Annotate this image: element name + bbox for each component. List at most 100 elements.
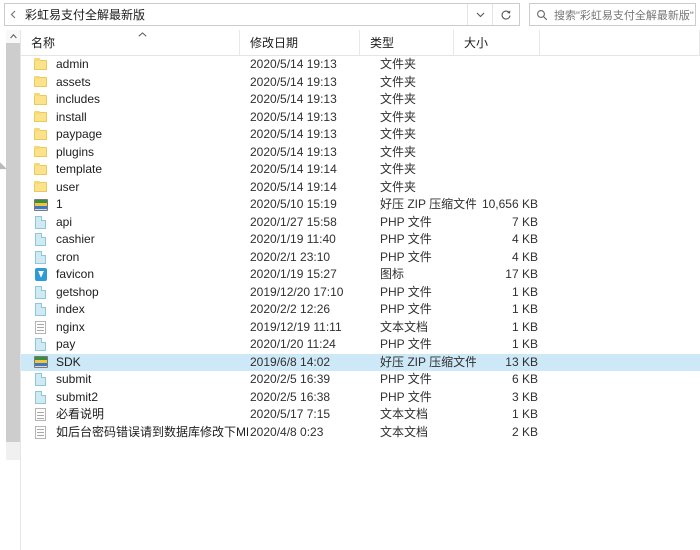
table-row[interactable]: submit 2020/2/5 16:39 PHP 文件 6 KB (21, 371, 700, 389)
table-row[interactable]: 1 2020/5/10 15:19 好压 ZIP 压缩文件 10,656 KB (21, 196, 700, 214)
column-header-date-modified[interactable]: 修改日期 (240, 30, 360, 55)
file-name-cell[interactable]: cashier (34, 231, 248, 249)
file-name-cell[interactable]: user (34, 179, 248, 197)
table-row[interactable]: nginx 2019/12/19 11:11 文本文档 1 KB (21, 319, 700, 337)
zip-archive-icon (34, 198, 49, 212)
file-size-cell: 1 KB (511, 407, 538, 421)
table-row[interactable]: includes 2020/5/14 19:13 文件夹 (21, 91, 700, 109)
file-date-cell: 2020/5/14 19:13 (250, 74, 337, 89)
file-size-cell (458, 179, 538, 197)
navigation-pane-scrollbar[interactable] (6, 30, 20, 460)
table-row[interactable]: api 2020/1/27 15:58 PHP 文件 7 KB (21, 214, 700, 232)
file-name-label: getshop (56, 284, 99, 299)
sort-ascending-icon (138, 31, 147, 39)
folder-icon (34, 58, 49, 72)
folder-icon (34, 93, 49, 107)
file-name-label: cron (56, 249, 80, 264)
file-name-cell[interactable]: nginx (34, 319, 248, 337)
table-row[interactable]: paypage 2020/5/14 19:13 文件夹 (21, 126, 700, 144)
file-date-cell: 2020/5/14 19:14 (250, 179, 337, 194)
file-size-cell (458, 56, 538, 74)
file-name-cell[interactable]: SDK (34, 354, 248, 372)
file-name-label: nginx (56, 319, 85, 334)
file-name-cell[interactable]: template (34, 161, 248, 179)
file-name-cell[interactable]: index (34, 301, 248, 319)
column-header-size[interactable]: 大小 (454, 30, 540, 55)
file-name-label: paypage (56, 127, 103, 141)
file-name-cell[interactable]: install (34, 109, 248, 127)
address-bar-path[interactable]: 彩虹易支付全解最新版 (21, 6, 467, 23)
table-row[interactable]: install 2020/5/14 19:13 文件夹 (21, 109, 700, 127)
folder-icon (34, 128, 49, 142)
file-name-label: cashier (56, 232, 95, 246)
file-name-cell[interactable]: 1 (34, 196, 248, 214)
php-file-icon (34, 285, 49, 299)
table-row[interactable]: admin 2020/5/14 19:13 文件夹 (21, 56, 700, 74)
table-row[interactable]: favicon 2020/1/19 15:27 图标 17 KB (21, 266, 700, 284)
search-placeholder-text[interactable]: 搜索"彩虹易支付全解最新版" (554, 7, 695, 23)
table-row[interactable]: pay 2020/1/20 11:24 PHP 文件 1 KB (21, 336, 700, 354)
file-name-cell[interactable]: plugins (34, 144, 248, 162)
file-size-cell: 3 KB (511, 389, 538, 404)
search-box[interactable]: 搜索"彩虹易支付全解最新版" (529, 3, 696, 26)
file-name-label: admin (56, 57, 89, 71)
table-row[interactable]: submit2 2020/2/5 16:38 PHP 文件 3 KB (21, 389, 700, 407)
table-row[interactable]: plugins 2020/5/14 19:13 文件夹 (21, 144, 700, 162)
table-row[interactable]: template 2020/5/14 19:14 文件夹 (21, 161, 700, 179)
php-file-icon (34, 233, 49, 247)
file-name-cell[interactable]: 如后台密码错误请到数据库修改下MD5 (34, 424, 248, 442)
scroll-up-arrow-icon[interactable] (6, 30, 20, 43)
file-size-cell: 1 KB (511, 284, 538, 299)
ico-file-icon (34, 268, 49, 282)
file-name-cell[interactable]: includes (34, 91, 248, 109)
table-row[interactable]: SDK 2019/6/8 14:02 好压 ZIP 压缩文件 13 KB (21, 353, 700, 372)
table-row[interactable]: cron 2020/2/1 23:10 PHP 文件 4 KB (21, 249, 700, 267)
file-date-cell: 2020/5/14 19:13 (250, 144, 337, 159)
file-size-cell (458, 161, 538, 179)
file-size-cell: 1 KB (511, 337, 538, 351)
table-row[interactable]: 必看说明 2020/5/17 7:15 文本文档 1 KB (21, 406, 700, 424)
explorer-toolbar: 彩虹易支付全解最新版 搜索"彩虹易支付全解最新版" (0, 0, 700, 29)
table-row[interactable]: 如后台密码错误请到数据库修改下MD5 2020/4/8 0:23 文本文档 2 KB (21, 424, 700, 442)
table-row[interactable]: user 2020/5/14 19:14 文件夹 (21, 179, 700, 197)
file-size-cell: 1 KB (511, 319, 538, 334)
file-name-cell[interactable]: 必看说明 (34, 406, 248, 424)
file-name-label: SDK (56, 354, 81, 369)
file-date-cell: 2020/2/5 16:38 (250, 389, 331, 404)
file-name-cell[interactable]: cron (34, 249, 248, 267)
chevron-left-icon[interactable] (5, 4, 21, 25)
file-size-cell (458, 74, 538, 92)
chevron-down-icon[interactable] (467, 4, 492, 25)
file-name-cell[interactable]: admin (34, 56, 248, 74)
file-date-cell: 2020/5/14 19:13 (250, 127, 337, 141)
table-row[interactable]: assets 2020/5/14 19:13 文件夹 (21, 74, 700, 92)
php-file-icon (34, 338, 49, 352)
file-name-cell[interactable]: submit2 (34, 389, 248, 407)
file-date-cell: 2020/5/14 19:13 (250, 92, 337, 106)
file-name-cell[interactable]: pay (34, 336, 248, 354)
table-row[interactable]: index 2020/2/2 12:26 PHP 文件 1 KB (21, 301, 700, 319)
file-name-cell[interactable]: assets (34, 74, 248, 92)
text-document-icon (34, 425, 49, 439)
table-row[interactable]: getshop 2019/12/20 17:10 PHP 文件 1 KB (21, 284, 700, 302)
php-file-icon (34, 373, 49, 387)
file-name-cell[interactable]: getshop (34, 284, 248, 302)
column-header-name[interactable]: 名称 (21, 30, 240, 55)
file-name-cell[interactable]: api (34, 214, 248, 232)
file-date-cell: 2020/4/8 0:23 (250, 424, 324, 439)
refresh-icon[interactable] (492, 4, 519, 25)
file-name-cell[interactable]: paypage (34, 126, 248, 144)
file-date-cell: 2020/2/5 16:39 (250, 372, 331, 386)
column-header-type[interactable]: 类型 (360, 30, 454, 55)
table-row[interactable]: cashier 2020/1/19 11:40 PHP 文件 4 KB (21, 231, 700, 249)
file-list[interactable]: admin 2020/5/14 19:13 文件夹 assets 2020/5/14 1… (21, 56, 700, 550)
scrollbar-thumb[interactable] (6, 43, 20, 442)
file-name-cell[interactable]: submit (34, 371, 248, 389)
file-name-label: install (56, 109, 87, 124)
file-date-cell: 2020/5/14 19:13 (250, 109, 337, 124)
file-size-cell: 10,656 KB (481, 197, 538, 211)
address-bar[interactable]: 彩虹易支付全解最新版 (4, 3, 520, 26)
file-size-cell: 17 KB (505, 267, 538, 281)
file-name-label: 必看说明 (56, 407, 105, 421)
file-name-cell[interactable]: favicon (34, 266, 248, 284)
